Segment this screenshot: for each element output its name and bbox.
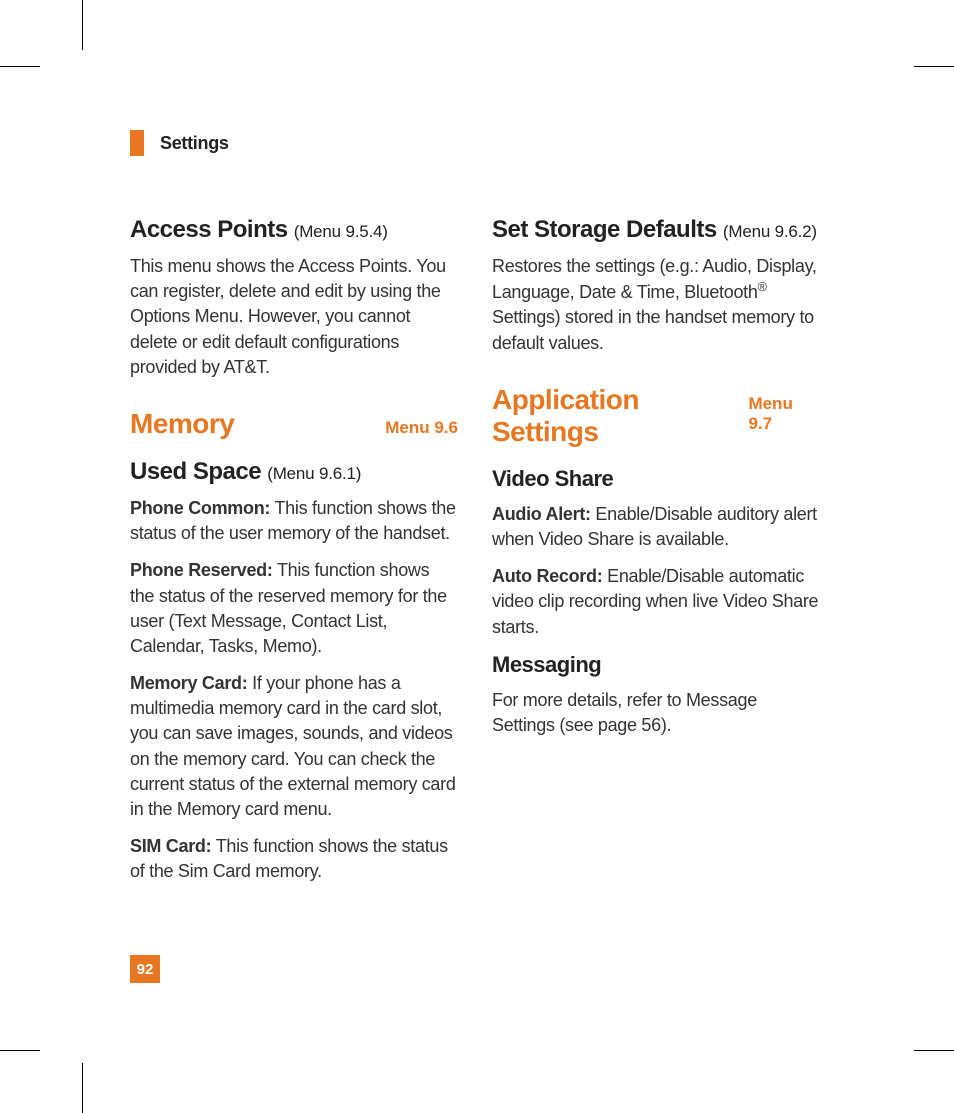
body-post: Settings) stored in the handset memory t… — [492, 307, 814, 352]
section-heading: Memory — [130, 408, 234, 440]
body-text: SIM Card: This function shows the status… — [130, 834, 458, 884]
item-label: Phone Common: — [130, 498, 270, 518]
body-text: Audio Alert: Enable/Disable auditory ale… — [492, 502, 820, 552]
body-text: Memory Card: If your phone has a multime… — [130, 671, 458, 822]
body-pre: Restores the settings (e.g.: Audio, Disp… — [492, 256, 817, 302]
menu-ref: (Menu 9.6.2) — [723, 222, 817, 241]
body-text: This menu shows the Access Points. You c… — [130, 254, 458, 380]
crop-mark — [914, 66, 954, 67]
crop-mark — [914, 1050, 954, 1051]
body-text: Phone Reserved: This function shows the … — [130, 558, 458, 659]
page-content: Settings Access Points (Menu 9.5.4) This… — [130, 130, 820, 897]
left-column: Access Points (Menu 9.5.4) This menu sho… — [130, 216, 458, 897]
menu-ref: (Menu 9.6.1) — [267, 464, 361, 483]
item-body: If your phone has a multimedia memory ca… — [130, 673, 456, 819]
page-number: 92 — [130, 955, 160, 983]
section-menu-ref: Menu 9.6 — [385, 418, 458, 438]
section-row-memory: Memory Menu 9.6 — [130, 408, 458, 440]
section-row-app-settings: Application Settings Menu 9.7 — [492, 384, 820, 448]
heading-access-points: Access Points (Menu 9.5.4) — [130, 216, 458, 244]
heading-used-space: Used Space (Menu 9.6.1) — [130, 458, 458, 486]
heading-messaging: Messaging — [492, 652, 820, 678]
crop-mark — [0, 1050, 40, 1051]
body-text: Phone Common: This function shows the st… — [130, 496, 458, 546]
header-accent-bar — [130, 130, 144, 156]
body-text: For more details, refer to Message Setti… — [492, 688, 820, 738]
page-header: Settings — [130, 130, 820, 156]
heading-video-share: Video Share — [492, 466, 820, 492]
heading-storage-defaults: Set Storage Defaults (Menu 9.6.2) — [492, 216, 820, 244]
menu-ref: (Menu 9.5.4) — [294, 222, 388, 241]
header-title: Settings — [160, 133, 229, 154]
item-label: Audio Alert: — [492, 504, 591, 524]
registered-mark: ® — [758, 280, 767, 294]
heading-text: Set Storage Defaults — [492, 216, 717, 243]
crop-mark — [82, 0, 83, 50]
item-label: Phone Reserved: — [130, 560, 273, 580]
item-label: Auto Record: — [492, 566, 602, 586]
content-columns: Access Points (Menu 9.5.4) This menu sho… — [130, 216, 820, 897]
crop-mark — [82, 1063, 83, 1113]
item-label: Memory Card: — [130, 673, 247, 693]
item-label: SIM Card: — [130, 836, 211, 856]
body-text: Restores the settings (e.g.: Audio, Disp… — [492, 254, 820, 356]
heading-text: Access Points — [130, 216, 288, 243]
heading-text: Used Space — [130, 458, 261, 485]
body-text: Auto Record: Enable/Disable automatic vi… — [492, 564, 820, 640]
crop-mark — [0, 66, 40, 67]
right-column: Set Storage Defaults (Menu 9.6.2) Restor… — [492, 216, 820, 897]
section-heading: Application Settings — [492, 384, 748, 448]
section-menu-ref: Menu 9.7 — [748, 394, 820, 434]
